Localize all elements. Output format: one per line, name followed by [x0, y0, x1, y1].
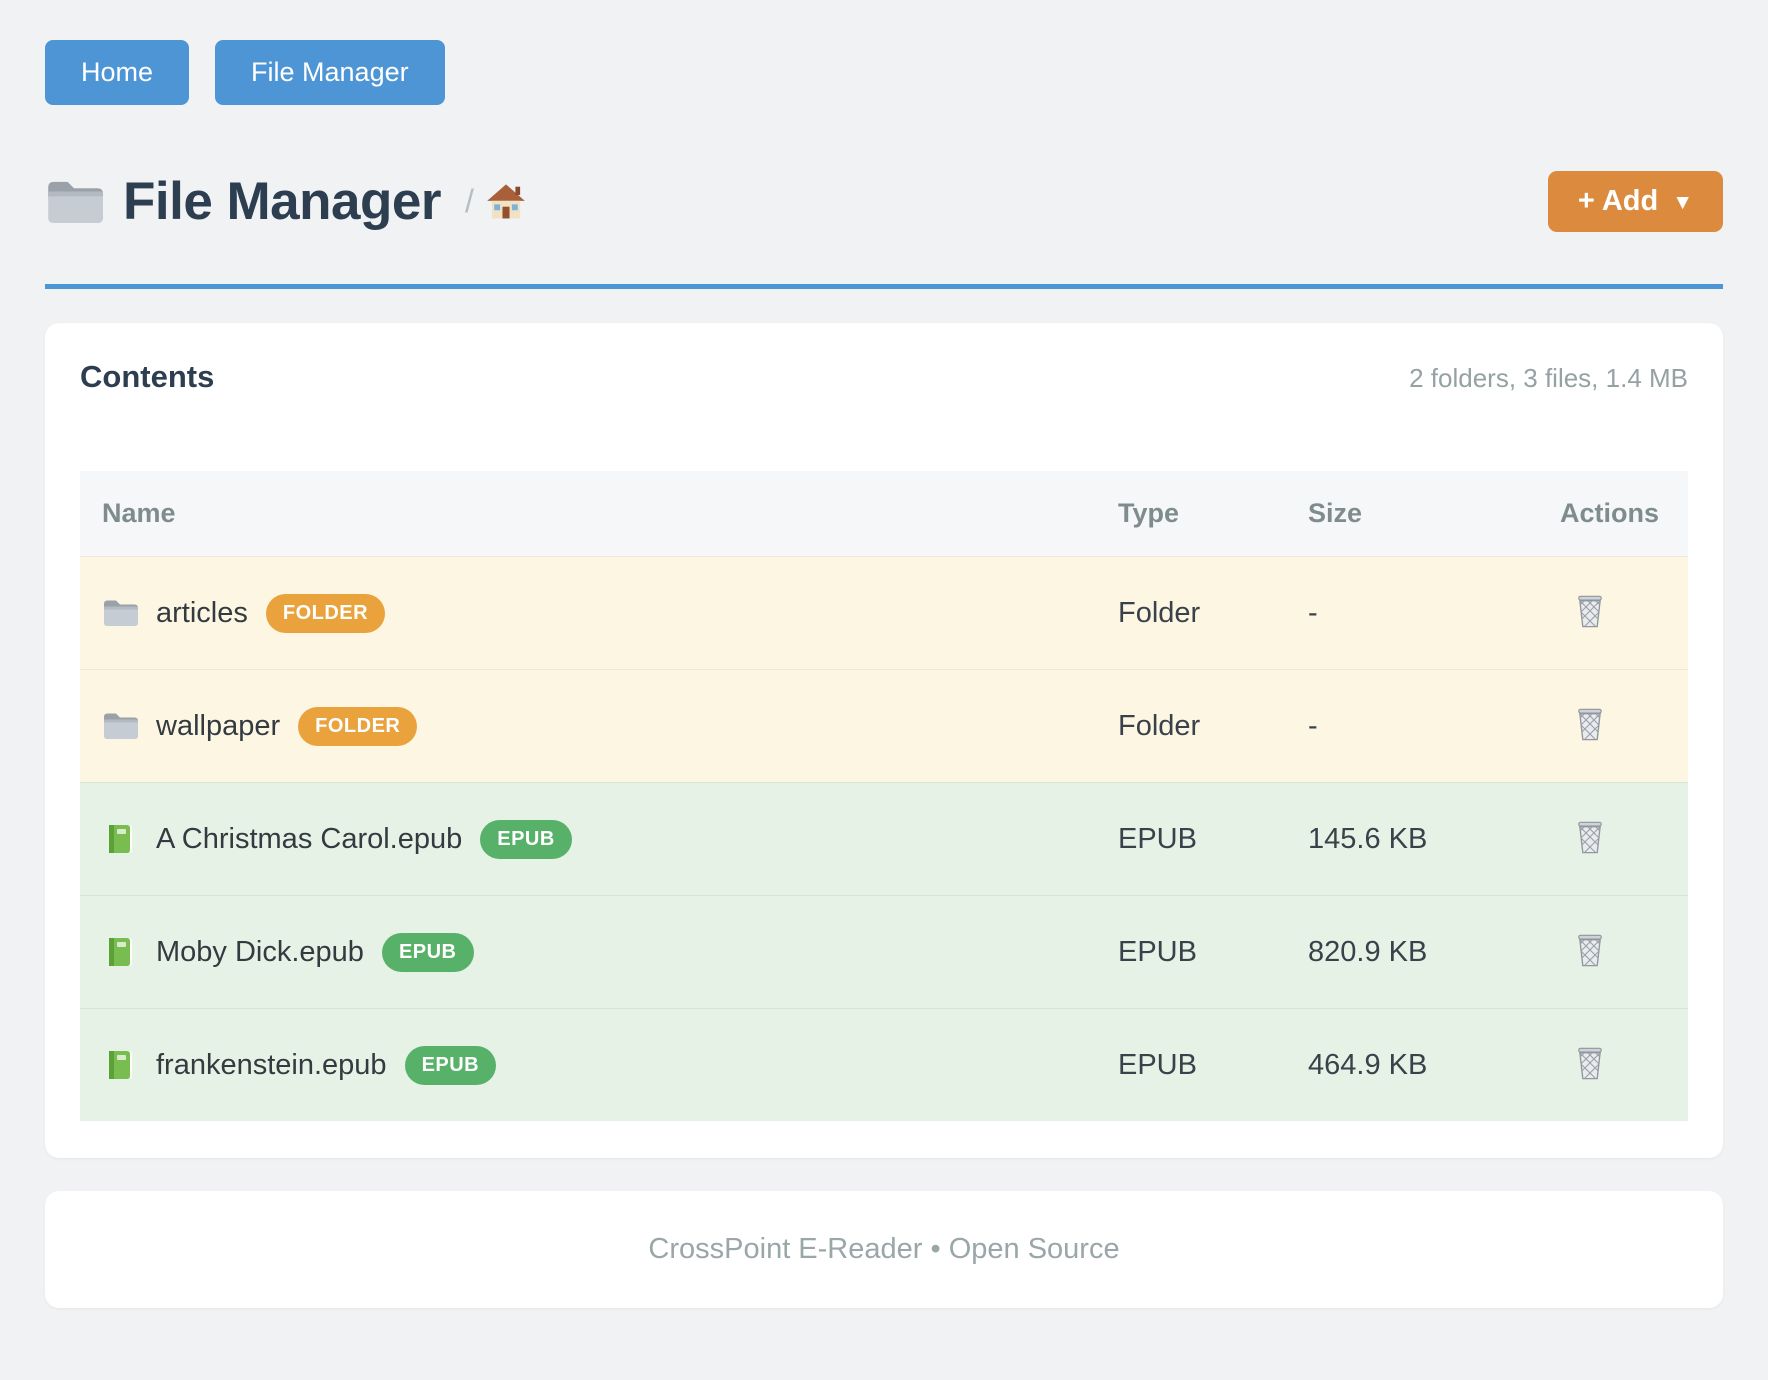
- top-nav: Home File Manager: [45, 40, 1723, 105]
- table-row: A Christmas Carol.epub EPUB EPUB 145.6 K…: [80, 782, 1688, 895]
- book-icon: [102, 936, 138, 968]
- item-name-link[interactable]: A Christmas Carol.epub: [156, 823, 462, 856]
- name-cell: frankenstein.epub EPUB: [102, 1046, 1118, 1085]
- name-cell: articles FOLDER: [102, 594, 1118, 633]
- type-cell: Folder: [1118, 597, 1308, 630]
- contents-card-header: Contents 2 folders, 3 files, 1.4 MB: [80, 359, 1688, 399]
- trash-icon: [1574, 707, 1606, 746]
- footer-text: CrossPoint E-Reader • Open Source: [648, 1233, 1119, 1266]
- item-name-link[interactable]: frankenstein.epub: [156, 1049, 387, 1082]
- type-badge: EPUB: [382, 933, 474, 972]
- size-cell: -: [1308, 710, 1560, 743]
- chevron-down-icon: ▼: [1672, 191, 1693, 215]
- contents-title: Contents: [80, 359, 214, 395]
- name-cell: A Christmas Carol.epub EPUB: [102, 820, 1118, 859]
- name-cell: wallpaper FOLDER: [102, 707, 1118, 746]
- table-row: wallpaper FOLDER Folder -: [80, 669, 1688, 782]
- nav-file-manager-button[interactable]: File Manager: [215, 40, 445, 105]
- page-header: File Manager / + Add ▼: [45, 171, 1723, 232]
- type-badge: FOLDER: [266, 594, 385, 633]
- type-badge: FOLDER: [298, 707, 417, 746]
- table-row: articles FOLDER Folder -: [80, 556, 1688, 669]
- add-button[interactable]: + Add ▼: [1548, 171, 1723, 232]
- trash-icon: [1574, 820, 1606, 859]
- size-cell: -: [1308, 597, 1560, 630]
- contents-summary: 2 folders, 3 files, 1.4 MB: [1409, 363, 1688, 394]
- house-icon[interactable]: [486, 183, 526, 221]
- actions-cell: [1560, 820, 1666, 859]
- table-row: frankenstein.epub EPUB EPUB 464.9 KB: [80, 1008, 1688, 1121]
- trash-icon: [1574, 933, 1606, 972]
- contents-card: Contents 2 folders, 3 files, 1.4 MB Name…: [45, 323, 1723, 1158]
- actions-cell: [1560, 707, 1666, 746]
- item-name-link[interactable]: wallpaper: [156, 710, 280, 743]
- folder-icon: [102, 597, 138, 629]
- book-icon: [102, 823, 138, 855]
- title-wrap: File Manager /: [45, 171, 526, 232]
- delete-button[interactable]: [1560, 1046, 1606, 1085]
- footer: CrossPoint E-Reader • Open Source: [45, 1191, 1723, 1308]
- name-cell: Moby Dick.epub EPUB: [102, 933, 1118, 972]
- table-row: Moby Dick.epub EPUB EPUB 820.9 KB: [80, 895, 1688, 1008]
- book-icon: [102, 1049, 138, 1081]
- table-body: articles FOLDER Folder -: [80, 556, 1688, 1121]
- type-badge: EPUB: [480, 820, 572, 859]
- folder-icon: [45, 177, 103, 227]
- breadcrumb-separator: /: [465, 183, 474, 220]
- delete-button[interactable]: [1560, 594, 1606, 633]
- trash-icon: [1574, 594, 1606, 633]
- type-badge: EPUB: [405, 1046, 497, 1085]
- type-cell: EPUB: [1118, 1049, 1308, 1082]
- breadcrumb: /: [465, 183, 526, 221]
- actions-cell: [1560, 1046, 1666, 1085]
- delete-button[interactable]: [1560, 933, 1606, 972]
- table-header-row: Name Type Size Actions: [80, 471, 1688, 556]
- nav-home-button[interactable]: Home: [45, 40, 189, 105]
- item-name-link[interactable]: articles: [156, 597, 248, 630]
- add-button-label: + Add: [1578, 185, 1658, 218]
- accent-divider: [45, 284, 1723, 289]
- page-title: File Manager: [123, 171, 441, 232]
- column-header-type: Type: [1118, 498, 1308, 529]
- type-cell: EPUB: [1118, 823, 1308, 856]
- type-cell: EPUB: [1118, 936, 1308, 969]
- folder-icon: [102, 710, 138, 742]
- trash-icon: [1574, 1046, 1606, 1085]
- column-header-size: Size: [1308, 498, 1560, 529]
- size-cell: 464.9 KB: [1308, 1049, 1560, 1082]
- delete-button[interactable]: [1560, 820, 1606, 859]
- delete-button[interactable]: [1560, 707, 1606, 746]
- page: Home File Manager File Manager /: [0, 0, 1768, 1308]
- item-name-link[interactable]: Moby Dick.epub: [156, 936, 364, 969]
- size-cell: 820.9 KB: [1308, 936, 1560, 969]
- file-table: Name Type Size Actions: [80, 471, 1688, 1121]
- type-cell: Folder: [1118, 710, 1308, 743]
- actions-cell: [1560, 594, 1666, 633]
- size-cell: 145.6 KB: [1308, 823, 1560, 856]
- column-header-actions: Actions: [1560, 498, 1666, 529]
- column-header-name: Name: [102, 498, 1118, 529]
- actions-cell: [1560, 933, 1666, 972]
